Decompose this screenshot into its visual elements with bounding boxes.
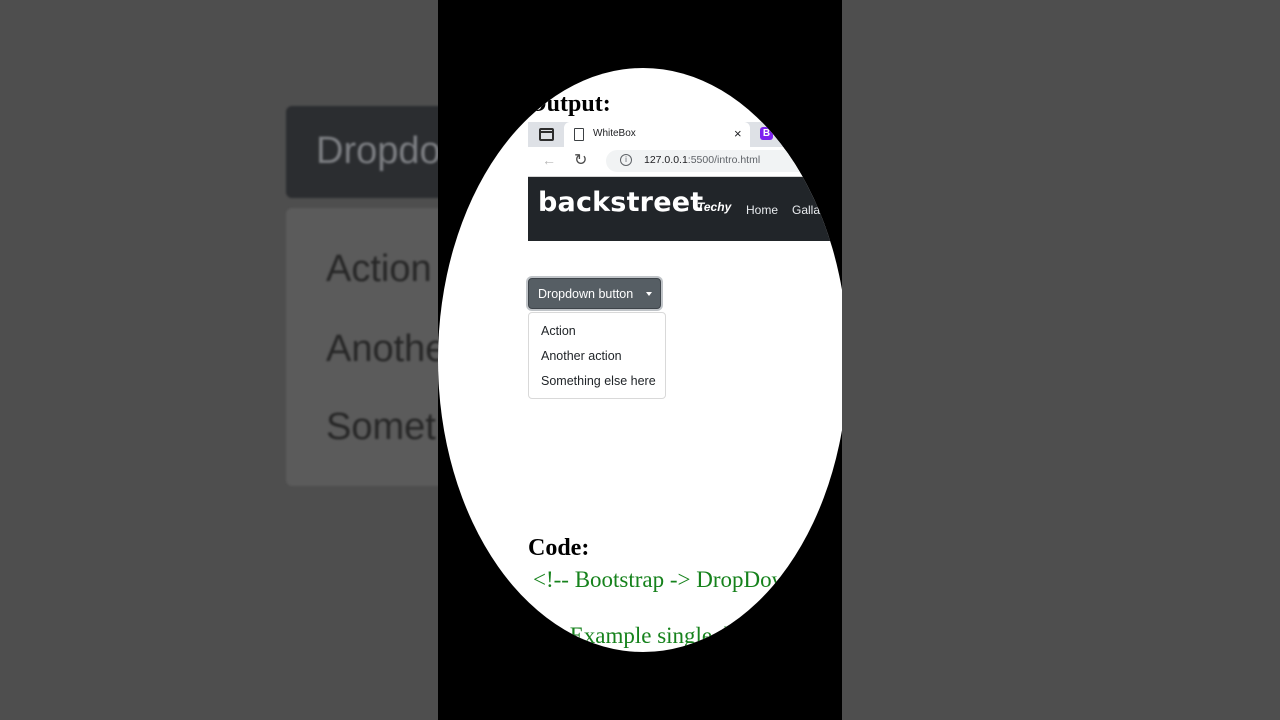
tab-actions-button[interactable]: [528, 122, 564, 147]
browser-toolbar: ← ↻ i 127.0.0.1:5500/intro.html: [528, 147, 842, 177]
dropdown-button-label: Dropdown button: [538, 287, 634, 301]
tab-dropdown[interactable]: B Dropdown: [756, 122, 842, 147]
tab-panel-icon: [538, 128, 554, 141]
url-text: 127.0.0.1:5500/intro.html: [644, 154, 760, 166]
nav-link-home[interactable]: Home: [746, 203, 778, 217]
info-icon[interactable]: i: [620, 154, 632, 166]
tab-title: Dropdown: [779, 128, 825, 139]
backdrop-menu-item: Anothe: [326, 328, 447, 370]
backdrop-menu-item: Action: [326, 248, 432, 290]
dropdown-item-another-action[interactable]: Another action: [541, 349, 622, 363]
backdrop-button-label: Dropdo: [316, 130, 441, 172]
document-icon: [574, 128, 584, 141]
brand-logo[interactable]: backstreet: [538, 187, 703, 218]
code-heading: Code:: [528, 535, 590, 561]
backdrop-menu-item: Somet: [326, 406, 436, 448]
video-frame: Output: WhiteBox × B Dropdown ← ↻ i 127.…: [438, 0, 842, 720]
caret-down-icon: [646, 292, 652, 296]
reload-icon[interactable]: ↻: [574, 150, 587, 170]
tab-title: WhiteBox: [593, 128, 636, 139]
site-navbar: backstreet Techy Home Gallary: [528, 177, 842, 241]
bootstrap-icon: B: [760, 127, 773, 140]
brand-tagline: Techy: [697, 200, 732, 214]
dropdown-button[interactable]: Dropdown button: [528, 278, 661, 309]
tab-whitebox[interactable]: WhiteBox ×: [564, 122, 750, 147]
close-tab-icon[interactable]: ×: [734, 126, 742, 141]
address-bar[interactable]: i 127.0.0.1:5500/intro.html: [606, 150, 842, 172]
nav-link-gallary[interactable]: Gallary: [792, 203, 830, 217]
code-line: <!-- Bootstrap -> DropDown->: [533, 567, 821, 592]
url-path: :5500/intro.html: [687, 154, 761, 166]
url-host: 127.0.0.1: [644, 154, 688, 166]
dropdown-menu: Action Another action Something else her…: [528, 312, 666, 399]
code-line: <!-- Example single d: [528, 623, 730, 648]
back-arrow-icon[interactable]: ←: [542, 152, 556, 168]
dropdown-item-action[interactable]: Action: [541, 324, 576, 338]
browser-tabstrip: WhiteBox × B Dropdown: [528, 122, 842, 147]
dropdown-item-something-else[interactable]: Something else here: [541, 374, 656, 388]
circular-view: Output: WhiteBox × B Dropdown ← ↻ i 127.…: [438, 68, 842, 652]
output-heading: Output:: [528, 91, 611, 117]
